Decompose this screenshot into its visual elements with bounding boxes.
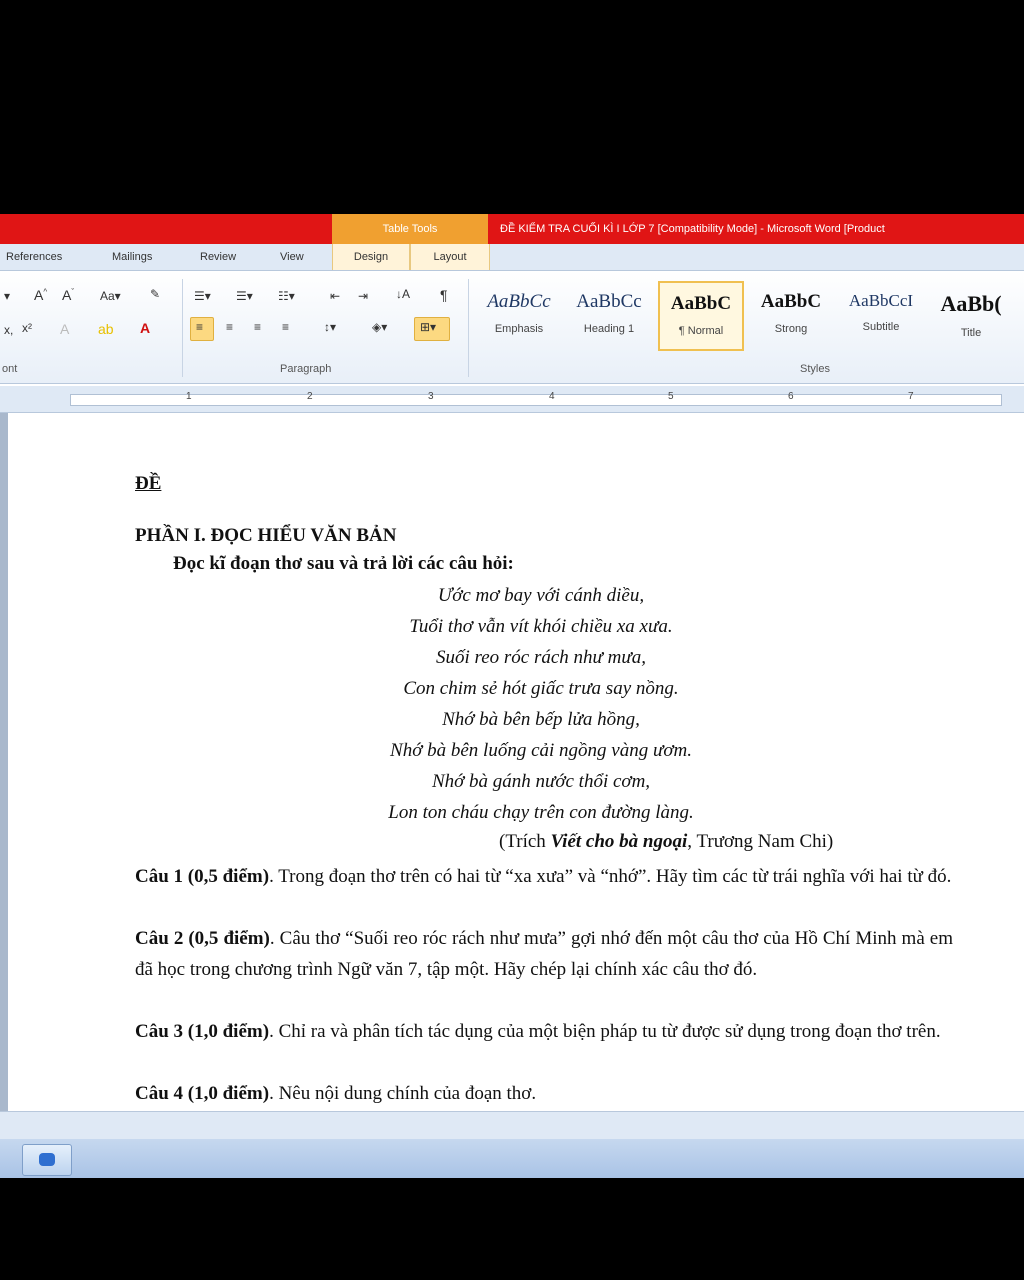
question-1: Câu 1 (0,5 điểm). Trong đoạn thơ trên có… [135, 861, 953, 892]
question-label: Câu 1 (0,5 điểm) [135, 866, 270, 887]
font-group-label: ont [2, 363, 18, 375]
style-title[interactable]: AaBb( Title [928, 281, 1014, 351]
change-case-icon[interactable]: Aa▾ [100, 289, 121, 303]
question-text: . Nêu nội dung chính của đoạn thơ. [269, 1083, 537, 1104]
ruler-number: 5 [668, 391, 674, 402]
document-area: ĐỀ PHẦN I. ĐỌC HIỂU VĂN BẢN Đọc kĩ đoạn … [0, 413, 1024, 1111]
style-subtitle[interactable]: AaBbCcI Subtitle [838, 281, 924, 351]
horizontal-scrollbar[interactable] [0, 1111, 1024, 1140]
font-size-dropdown-icon[interactable]: ▾ [4, 289, 10, 303]
increase-indent-icon[interactable]: ⇥ [358, 289, 368, 303]
clear-formatting-icon[interactable]: ✎ [150, 287, 160, 301]
shrink-font-icon[interactable]: Aˇ [62, 287, 74, 303]
section-heading: PHẦN I. ĐỌC HIỂU VĂN BẢN [135, 525, 397, 546]
question-label: Câu 2 (0,5 điểm) [135, 928, 270, 949]
word-window: Table Tools ĐỀ KIỂM TRA CUỐI KÌ I LỚP 7 … [0, 214, 1024, 1178]
tab-design[interactable]: Design [332, 244, 410, 270]
center-icon[interactable]: ≡ [226, 320, 233, 334]
highlight-color-icon[interactable]: ab [98, 321, 114, 337]
tab-view[interactable]: View [280, 244, 304, 270]
question-text: . Chỉ ra và phân tích tác dụng của một b… [269, 1021, 941, 1042]
horizontal-ruler[interactable]: 1 2 3 4 5 6 7 [0, 386, 1024, 413]
separator [182, 279, 183, 377]
align-right-icon[interactable]: ≡ [254, 320, 261, 334]
ribbon-tab-row: References Mailings Review View Design L… [0, 244, 1024, 271]
decrease-indent-icon[interactable]: ⇤ [330, 289, 340, 303]
tab-layout[interactable]: Layout [410, 244, 490, 270]
shading-icon[interactable]: ◈▾ [372, 320, 387, 334]
superscript-icon[interactable]: x² [22, 321, 32, 335]
sort-icon[interactable]: ↓A [396, 287, 410, 301]
title-bar: Table Tools ĐỀ KIỂM TRA CUỐI KÌ I LỚP 7 … [0, 214, 1024, 244]
app-icon [39, 1153, 55, 1166]
bullets-icon[interactable]: ☰▾ [194, 289, 211, 303]
justify-icon[interactable]: ≡ [282, 320, 289, 334]
font-color-icon[interactable]: A [140, 320, 150, 336]
show-formatting-marks-icon[interactable]: ¶ [440, 287, 448, 303]
exam-heading: ĐỀ [135, 473, 162, 494]
question-label: Câu 4 (1,0 điểm) [135, 1083, 270, 1104]
taskbar-app-button[interactable] [22, 1144, 72, 1176]
instruction-line: Đọc kĩ đoạn thơ sau và trả lời các câu h… [173, 553, 514, 574]
text-effects-icon[interactable]: A [60, 321, 69, 337]
multilevel-list-icon[interactable]: ☷▾ [278, 289, 295, 303]
styles-group-label: Styles [800, 363, 830, 375]
poem-line: Nhớ bà bên bếp lửa hồng, [442, 709, 640, 730]
poem-line: Ước mơ bay với cánh diều, [437, 585, 645, 606]
numbering-icon[interactable]: ☰▾ [236, 289, 253, 303]
poem-line: Lon ton cháu chạy trên con đường làng. [388, 802, 694, 823]
table-tools-context-tab[interactable]: Table Tools [332, 214, 488, 244]
source-suffix: , Trương Nam Chi) [687, 831, 834, 852]
document-page[interactable]: ĐỀ PHẦN I. ĐỌC HIỂU VĂN BẢN Đọc kĩ đoạn … [8, 413, 1024, 1111]
ruler-number: 3 [428, 391, 434, 402]
ruler-track [70, 394, 1002, 406]
poem-line: Con chim sẻ hót giấc trưa say nồng. [403, 678, 679, 699]
poem-line: Nhớ bà bên luống cải ngồng vàng ươm. [390, 740, 692, 761]
ribbon: ▾ A^ Aˇ Aa▾ ✎ x, x² A ab A ont ☰▾ ☰▾ ☷▾ … [0, 271, 1024, 384]
subscript-icon[interactable]: x, [4, 323, 13, 337]
paragraph-group-label: Paragraph [280, 363, 332, 375]
question-3: Câu 3 (1,0 điểm). Chỉ ra và phân tích tá… [135, 1016, 953, 1047]
style-normal[interactable]: AaBbC ¶ Normal [658, 281, 744, 351]
source-prefix: (Trích [499, 831, 551, 852]
source-title: Viết cho bà ngoại [550, 831, 688, 852]
window-title: ĐỀ KIỂM TRA CUỐI KÌ I LỚP 7 [Compatibili… [500, 223, 885, 235]
question-label: Câu 3 (1,0 điểm) [135, 1021, 270, 1042]
poem-source: (Trích Viết cho bà ngoại, Trương Nam Chi… [499, 831, 833, 853]
taskbar [0, 1139, 1024, 1178]
borders-icon: ⊞▾ [420, 320, 437, 334]
grow-font-icon[interactable]: A^ [34, 287, 47, 303]
ruler-number: 6 [788, 391, 794, 402]
styles-gallery: AaBbCc Emphasis AaBbCc Heading 1 AaBbC ¶… [476, 281, 1024, 357]
align-left-icon: ≡ [196, 320, 204, 334]
style-strong[interactable]: AaBbC Strong [748, 281, 834, 351]
question-2: Câu 2 (0,5 điểm). Câu thơ “Suối reo róc … [135, 923, 953, 985]
ruler-number: 2 [307, 391, 313, 402]
separator [468, 279, 469, 377]
ruler-number: 1 [186, 391, 192, 402]
poem-line: Tuổi thơ vẫn vít khói chiều xa xưa. [409, 616, 673, 637]
line-spacing-icon[interactable]: ↕▾ [324, 320, 336, 334]
tab-review[interactable]: Review [200, 244, 236, 270]
question-4: Câu 4 (1,0 điểm). Nêu nội dung chính của… [135, 1078, 953, 1109]
tab-mailings[interactable]: Mailings [112, 244, 152, 270]
ruler-number: 4 [549, 391, 555, 402]
tab-references[interactable]: References [6, 244, 62, 270]
poem-line: Nhớ bà gánh nước thổi cơm, [431, 771, 651, 792]
style-heading-1[interactable]: AaBbCc Heading 1 [566, 281, 652, 351]
style-emphasis[interactable]: AaBbCc Emphasis [476, 281, 562, 351]
question-text: . Trong đoạn thơ trên có hai từ “xa xưa”… [269, 866, 952, 887]
poem-line: Suối reo róc rách như mưa, [435, 647, 646, 668]
ruler-number: 7 [908, 391, 914, 402]
